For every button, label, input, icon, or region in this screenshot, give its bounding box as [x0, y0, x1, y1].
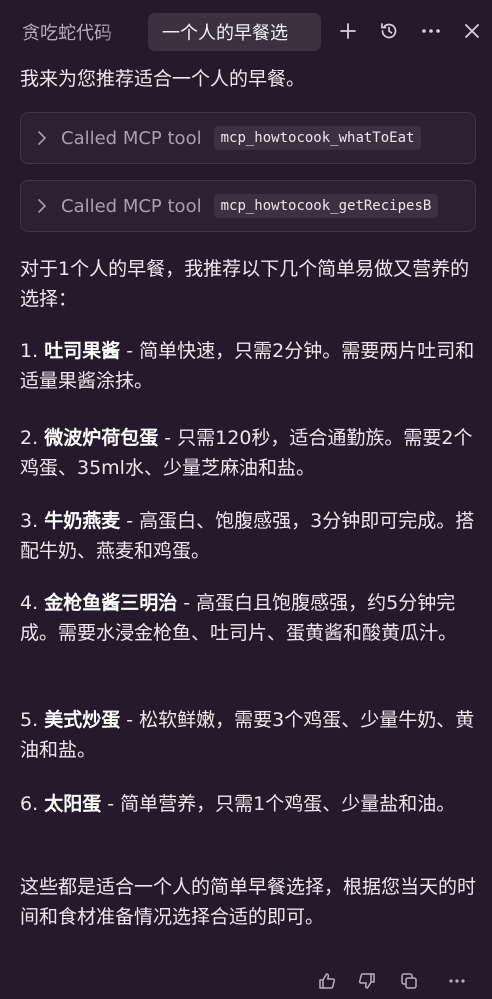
plus-icon[interactable]: [333, 16, 363, 46]
tab-label: 贪吃蛇代码: [22, 23, 112, 44]
tool-called-label: Called MCP tool: [61, 127, 202, 149]
intro-text: 我来为您推荐适合一个人的早餐。: [20, 68, 306, 90]
tab-snake-code[interactable]: 贪吃蛇代码: [22, 13, 128, 51]
list-item-title: 吐司果酱: [44, 340, 121, 362]
message-actions: [0, 964, 492, 999]
thumbs-up-icon[interactable]: [314, 968, 340, 994]
closing-text: 这些都是适合一个人的简单早餐选择，根据您当天的时间和食材准备情况选择合适的即可。: [20, 876, 477, 928]
tab-bar: 贪吃蛇代码 一个人的早餐选: [0, 0, 492, 58]
tool-name: mcp_howtocook_getRecipesB: [213, 194, 439, 218]
list-number: 4.: [20, 592, 39, 614]
tool-name: mcp_howtocook_whatToEat: [213, 126, 422, 150]
list-number: 3.: [20, 510, 39, 532]
list-item-title: 美式炒蛋: [44, 709, 121, 731]
list-item-title: 牛奶燕麦: [44, 510, 121, 532]
tool-call-card[interactable]: Called MCP tool mcp_howtocook_whatToEat: [20, 112, 476, 164]
chevron-right-icon: [35, 199, 49, 213]
close-icon[interactable]: [457, 16, 487, 46]
list-number: 2.: [20, 427, 39, 449]
list-item-text: - 简单营养，只需1个鸡蛋、少量盐和油。: [101, 793, 456, 815]
tab-breakfast[interactable]: 一个人的早餐选: [148, 13, 321, 51]
chevron-right-icon: [35, 131, 49, 145]
list-item-title: 微波炉荷包蛋: [44, 427, 159, 449]
list-item: 5. 美式炒蛋 - 松软鲜嫩，需要3个鸡蛋、少量牛奶、黄油和盐。: [20, 705, 478, 765]
list-item: 3. 牛奶燕麦 - 高蛋白、饱腹感强，3分钟即可完成。搭配牛奶、燕麦和鸡蛋。: [20, 506, 478, 566]
copy-icon[interactable]: [396, 968, 422, 994]
history-icon[interactable]: [374, 16, 404, 46]
list-item: 1. 吐司果酱 - 简单快速，只需2分钟。需要两片吐司和适量果酱涂抹。: [20, 336, 478, 396]
list-number: 1.: [20, 340, 39, 362]
list-item: 2. 微波炉荷包蛋 - 只需120秒，适合通勤族。需要2个鸡蛋、35ml水、少量…: [20, 423, 478, 483]
list-item-title: 太阳蛋: [44, 793, 102, 815]
tab-label: 一个人的早餐选: [162, 23, 288, 44]
list-item: 4. 金枪鱼酱三明治 - 高蛋白且饱腹感强，约5分钟完成。需要水浸金枪鱼、吐司片…: [20, 588, 478, 648]
tool-called-label: Called MCP tool: [61, 195, 202, 217]
more-icon[interactable]: [444, 968, 470, 994]
tool-call-card[interactable]: Called MCP tool mcp_howtocook_getRecipes…: [20, 180, 476, 232]
thumbs-down-icon[interactable]: [354, 968, 380, 994]
list-item: 6. 太阳蛋 - 简单营养，只需1个鸡蛋、少量盐和油。: [20, 789, 478, 819]
list-number: 6.: [20, 793, 39, 815]
more-icon[interactable]: [416, 16, 446, 46]
summary-intro: 对于1个人的早餐，我推荐以下几个简单易做又营养的选择：: [20, 258, 470, 310]
list-number: 5.: [20, 709, 39, 731]
list-item-title: 金枪鱼酱三明治: [44, 592, 178, 614]
